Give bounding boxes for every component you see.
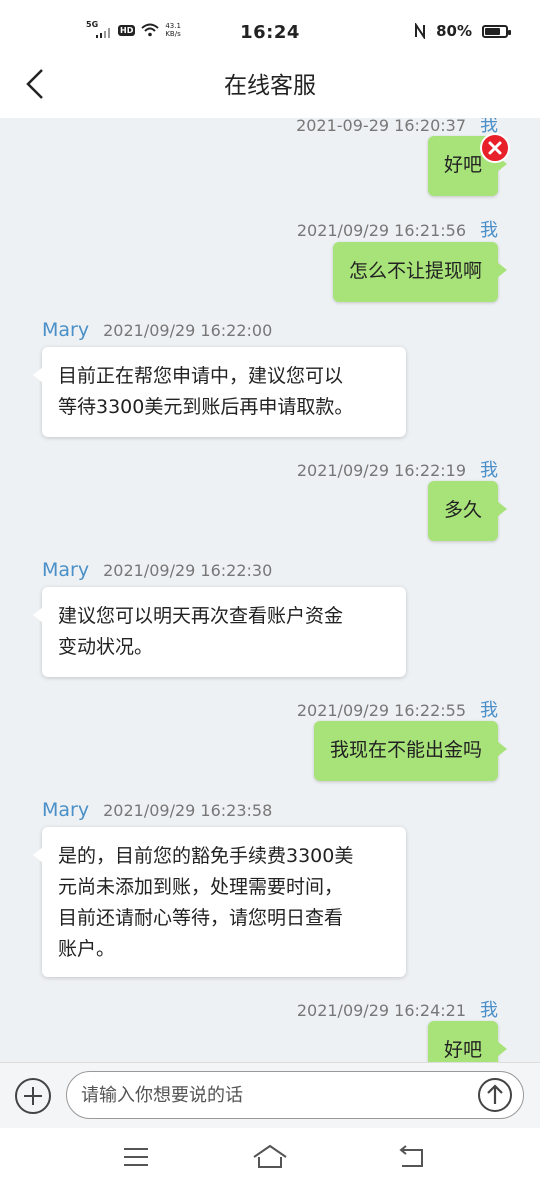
nfc-icon [415, 23, 426, 39]
page-title: 在线客服 [224, 73, 316, 99]
sender-name: 我 [480, 460, 498, 481]
sender-name: 我 [480, 700, 498, 721]
message-line: 是的，目前您的豁免手续费3300美 [58, 845, 354, 867]
message-meta: 2021/09/29 16:21:56 我 [297, 216, 498, 242]
message-line: 目前还请耐心等待，请您明日查看 [58, 907, 344, 929]
menu-button[interactable] [116, 1140, 156, 1174]
message-bubble[interactable]: 多久 [427, 481, 508, 541]
message-bubble[interactable]: 目前正在帮您申请中，建议您可以 等待3300美元到账后再申请取款。 [33, 347, 406, 437]
chat-area[interactable]: 2021-09-29 16:20:37 我 好吧 2021/09/29 16:21… [0, 118, 540, 1062]
message-meta: 2021/09/29 16:22:55 我 [297, 696, 498, 722]
home-button[interactable] [250, 1140, 290, 1174]
sender-name: Mary [42, 799, 90, 821]
message-time: 2021/09/29 16:22:19 [296, 461, 466, 480]
message-line: 等待3300美元到账后再申请取款。 [58, 396, 354, 418]
message-time: 2021/09/29 16:21:56 [296, 221, 466, 240]
message-line: 账户。 [58, 938, 116, 960]
message-time: 2021/09/29 16:22:00 [103, 321, 273, 340]
message-bubble[interactable]: 怎么不让提现啊 [332, 242, 508, 302]
message-time: 2021/09/29 16:24:21 [296, 1001, 466, 1020]
battery-percent: 80% [436, 22, 472, 40]
sender-name: 我 [480, 1000, 498, 1021]
message-meta: Mary 2021/09/29 16:22:00 [42, 319, 272, 341]
title-bar: 在线客服 [0, 64, 540, 118]
add-attachment-button[interactable] [14, 1077, 52, 1115]
message-meta: Mary 2021/09/29 16:23:58 [42, 799, 272, 821]
menu-icon [124, 1148, 148, 1166]
message-line: 元尚未添加到账，处理需要时间， [58, 876, 344, 898]
message-line: 变动状况。 [58, 636, 154, 658]
home-icon [253, 1144, 287, 1168]
message-text: 好吧 [443, 1039, 482, 1061]
message-bubble[interactable]: 好吧 [427, 1021, 508, 1062]
send-arrow-up-icon [478, 1078, 512, 1112]
message-composer [0, 1062, 540, 1129]
system-nav-bar [0, 1128, 540, 1188]
status-right-group: 80% [414, 22, 511, 40]
back-icon [399, 1145, 423, 1167]
message-input-box[interactable] [66, 1071, 524, 1119]
message-meta: 2021/09/29 16:24:21 我 [297, 996, 498, 1022]
message-time: 2021/09/29 16:22:55 [296, 701, 466, 720]
sender-name: Mary [42, 559, 90, 581]
message-time: 2021/09/29 16:22:30 [103, 561, 273, 580]
message-line: 建议您可以明天再次查看账户资金 [58, 605, 344, 627]
message-line: 目前正在帮您申请中，建议您可以 [58, 365, 344, 387]
sender-name: Mary [42, 319, 90, 341]
message-time: 2021-09-29 16:20:37 [296, 118, 466, 135]
message-text: 好吧 [443, 154, 482, 176]
message-bubble[interactable]: 建议您可以明天再次查看账户资金 变动状况。 [33, 587, 406, 677]
message-bubble[interactable]: 我现在不能出金吗 [313, 721, 508, 781]
send-button[interactable] [477, 1077, 513, 1113]
message-time: 2021/09/29 16:23:58 [103, 801, 273, 820]
battery-level [485, 27, 501, 35]
message-meta: 2021/09/29 16:22:19 我 [297, 456, 498, 482]
message-bubble[interactable]: 是的，目前您的豁免手续费3300美 元尚未添加到账，处理需要时间， 目前还请耐心… [33, 827, 406, 977]
status-bar: 5G HD 43.1 KB/s 16:24 80% [0, 0, 540, 64]
message-text: 我现在不能出金吗 [329, 739, 482, 761]
message-meta: 2021-09-29 16:20:37 我 [296, 118, 498, 137]
message-input[interactable] [81, 1072, 461, 1118]
message-text: 多久 [443, 499, 482, 521]
message-text: 怎么不让提现啊 [348, 260, 482, 282]
send-failed-icon[interactable] [480, 133, 510, 163]
message-meta: Mary 2021/09/29 16:22:30 [42, 559, 272, 581]
sender-name: 我 [480, 220, 498, 241]
plus-circle-icon [15, 1078, 51, 1114]
system-back-button[interactable] [392, 1140, 432, 1174]
battery-icon [482, 24, 511, 38]
